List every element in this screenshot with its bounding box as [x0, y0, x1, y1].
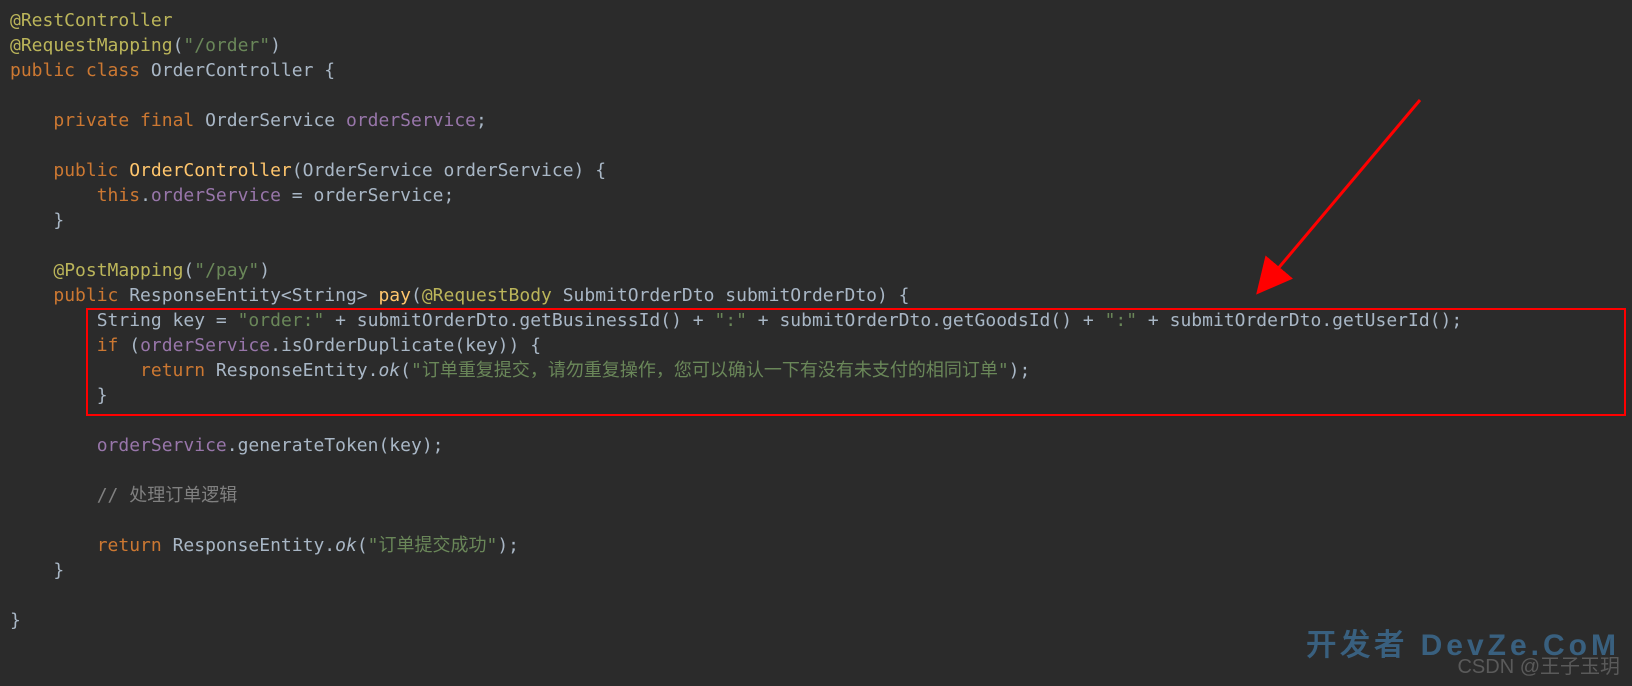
paren: ); [1009, 360, 1031, 381]
type: OrderService [205, 110, 346, 131]
brace-close: } [10, 560, 64, 581]
indent [10, 185, 97, 206]
string-literal: ":" [1105, 310, 1138, 331]
code: .isOrderDuplicate(key)) { [270, 335, 541, 356]
indent [10, 310, 97, 331]
semicolon: ; [476, 110, 487, 131]
dot: . [140, 185, 151, 206]
code-block: @RestController @RequestMapping("/order"… [0, 0, 1632, 641]
method-name: pay [378, 285, 411, 306]
paren: ); [497, 535, 519, 556]
assign: = orderService; [281, 185, 454, 206]
indent [10, 535, 97, 556]
keyword: public [53, 160, 129, 181]
brace: { [313, 60, 335, 81]
static-call: ok [335, 535, 357, 556]
field: orderService [151, 185, 281, 206]
paren: ) { [877, 285, 910, 306]
params: (OrderService orderService) { [292, 160, 606, 181]
static-call: ok [378, 360, 400, 381]
brace-close: } [10, 385, 108, 406]
return-type: ResponseEntity<String> [129, 285, 378, 306]
annotation: @PostMapping [53, 260, 183, 281]
paren: ) [259, 260, 270, 281]
string-literal: "/pay" [194, 260, 259, 281]
keyword: class [86, 60, 151, 81]
string-literal: ":" [714, 310, 747, 331]
keyword-if: if [97, 335, 130, 356]
watermark-csdn: CSDN @王子玉玥 [1457, 655, 1620, 680]
paren: ( [357, 535, 368, 556]
indent [10, 435, 97, 456]
paren: ) [270, 35, 281, 56]
code: + submitOrderDto.getGoodsId() + [747, 310, 1105, 331]
class-name: OrderController [151, 60, 314, 81]
paren: ( [400, 360, 411, 381]
paren: ( [129, 335, 140, 356]
code: + submitOrderDto.getBusinessId() + [324, 310, 714, 331]
string-literal: "/order" [183, 35, 270, 56]
keyword: public [10, 60, 86, 81]
paren: ( [183, 260, 194, 281]
annotation: @RequestBody [422, 285, 563, 306]
code: .generateToken(key); [227, 435, 444, 456]
indent [10, 360, 140, 381]
keyword: public [53, 285, 129, 306]
annotation: @RestController [10, 10, 173, 31]
code: ResponseEntity. [216, 360, 379, 381]
field: orderService [346, 110, 476, 131]
keyword-return: return [140, 360, 216, 381]
string-literal: "订单重复提交，请勿重复操作，您可以确认一下有没有未支付的相同订单" [411, 360, 1009, 381]
indent [10, 160, 53, 181]
keyword-this: this [97, 185, 140, 206]
comment: // 处理订单逻辑 [10, 485, 237, 506]
field: orderService [97, 435, 227, 456]
keyword-return: return [97, 535, 173, 556]
field: orderService [140, 335, 270, 356]
brace-close: } [10, 210, 64, 231]
param: SubmitOrderDto submitOrderDto [563, 285, 877, 306]
keyword: private final [53, 110, 205, 131]
paren: ( [173, 35, 184, 56]
indent [10, 110, 53, 131]
annotation: @RequestMapping [10, 35, 173, 56]
indent [10, 335, 97, 356]
code: + submitOrderDto.getUserId(); [1137, 310, 1462, 331]
code: ResponseEntity. [173, 535, 336, 556]
string-literal: "订单提交成功" [368, 535, 498, 556]
brace-close: } [10, 610, 21, 631]
code: String key = [97, 310, 238, 331]
indent [10, 260, 53, 281]
constructor: OrderController [129, 160, 292, 181]
paren: ( [411, 285, 422, 306]
indent [10, 285, 53, 306]
string-literal: "order:" [238, 310, 325, 331]
